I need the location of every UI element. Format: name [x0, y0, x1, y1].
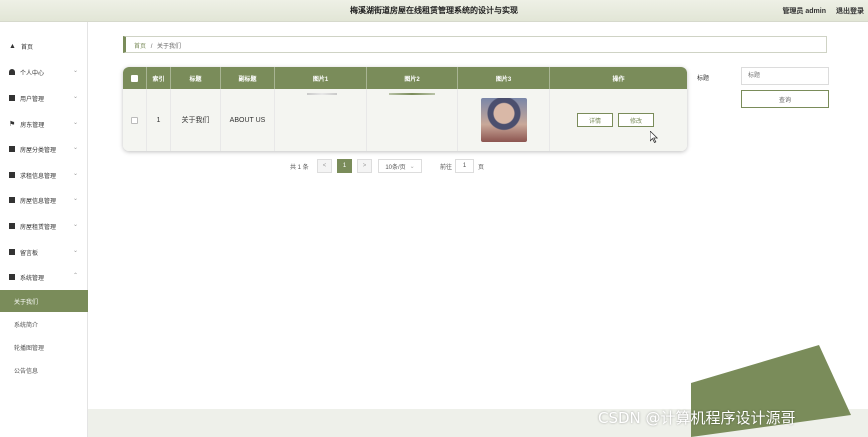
grid-icon	[9, 95, 15, 101]
grid-icon	[9, 197, 15, 203]
cell-index: 1	[147, 89, 171, 151]
image1-thumbnail	[307, 93, 337, 95]
sidebar-item-label: 系统管理	[20, 275, 45, 282]
data-table: 索引 标题 副标题 图片1 图片2 图片3 操作 1 关于我们 ABOUT US…	[123, 67, 687, 151]
sidebar-subitem-system-intro[interactable]: 系统简介	[0, 313, 88, 335]
breadcrumb-home[interactable]: 首页	[134, 44, 146, 50]
sidebar-item-house-info[interactable]: 房屋信息管理 ⌄	[0, 192, 88, 208]
cell-title: 关于我们	[171, 89, 221, 151]
select-all-checkbox[interactable]	[131, 74, 138, 82]
flag-icon: ⚑	[9, 121, 16, 128]
chevron-down-icon: ⌄	[72, 120, 78, 126]
sidebar-item-label: 求租信息管理	[20, 173, 57, 180]
sidebar-item-home[interactable]: ▲ 首页	[0, 38, 88, 54]
home-icon: ▲	[9, 42, 16, 50]
cell-subtitle: ABOUT US	[221, 89, 275, 151]
page-size-select[interactable]: 10条/页 ⌄	[378, 159, 422, 173]
next-page-button[interactable]: >	[357, 159, 372, 173]
title-filter-label: 标题	[697, 76, 710, 82]
column-header-actions: 操作	[612, 76, 625, 83]
table-row: 1 关于我们 ABOUT US 详情 修改	[123, 89, 687, 151]
sidebar-item-personal-center[interactable]: 个人中心 ⌄	[0, 64, 88, 80]
chevron-down-icon: ⌄	[72, 171, 78, 177]
sidebar-subitem-about-us[interactable]: 关于我们	[0, 290, 88, 312]
sidebar-subitem-carousel[interactable]: 轮播图管理	[0, 336, 88, 358]
select-all-cell	[123, 67, 147, 89]
chevron-up-icon: ⌃	[72, 273, 78, 279]
pagination-total: 共 1 条	[290, 164, 309, 171]
sidebar-item-label: 房东管理	[20, 122, 45, 129]
prev-page-button[interactable]: <	[317, 159, 332, 173]
sidebar-item-landlord-management[interactable]: ⚑ 房东管理 ⌄	[0, 116, 88, 132]
board-icon	[9, 249, 15, 255]
sidebar-item-label: 首页	[20, 44, 33, 51]
sidebar-item-message-board[interactable]: 留言板 ⌄	[0, 244, 88, 260]
box-icon	[9, 146, 15, 152]
sidebar-item-label: 留言板	[20, 250, 39, 257]
sidebar-item-system-management[interactable]: 系统管理 ⌃	[0, 269, 88, 285]
column-header-subtitle: 副标题	[221, 67, 275, 89]
chevron-down-icon: ⌄	[72, 68, 78, 74]
column-header-title: 标题	[171, 67, 221, 89]
chevron-down-icon: ⌄	[72, 222, 78, 228]
cell-image2	[367, 89, 458, 151]
user-icon	[9, 69, 15, 75]
cell-actions: 详情 修改	[550, 89, 687, 151]
top-bar: 梅溪湖街道房屋在线租赁管理系统的设计与实现 管理员 admin 退出登录	[0, 0, 868, 22]
image2-thumbnail	[389, 93, 435, 95]
breadcrumb-current: 关于我们	[157, 44, 182, 50]
check-icon	[9, 274, 15, 280]
detail-button[interactable]: 详情	[577, 113, 613, 127]
chevron-down-icon: ⌄	[72, 94, 78, 100]
goto-page-input[interactable]: 1	[455, 159, 474, 173]
current-user-label: 管理员 admin	[782, 8, 826, 15]
column-header-image2: 图片2	[367, 67, 458, 89]
search-button[interactable]: 查询	[741, 90, 829, 108]
chevron-down-icon: ⌄	[409, 163, 415, 170]
sidebar-item-rent-request[interactable]: 求租信息管理 ⌄	[0, 167, 88, 183]
chevron-down-icon: ⌄	[72, 145, 78, 151]
sidebar-subitem-announcements[interactable]: 公告信息	[0, 359, 88, 381]
watermark-text: CSDN @计算机程序设计源哥	[598, 409, 796, 427]
edit-button[interactable]: 修改	[618, 113, 654, 127]
sidebar-item-label: 用户管理	[20, 96, 45, 103]
row-select-cell	[123, 89, 147, 151]
app-title: 梅溪湖街道房屋在线租赁管理系统的设计与实现	[350, 5, 518, 15]
box-icon	[9, 223, 15, 229]
page-number-1[interactable]: 1	[337, 159, 352, 173]
sidebar-item-house-category[interactable]: 房屋分类管理 ⌄	[0, 141, 88, 157]
breadcrumb: 首页 / 关于我们	[123, 36, 827, 53]
column-header-image3: 图片3	[458, 67, 550, 89]
cell-image1	[275, 89, 367, 151]
mouse-cursor-icon	[650, 131, 658, 143]
grid-icon	[9, 172, 15, 178]
goto-suffix: 页	[478, 164, 485, 171]
sidebar-item-label: 房屋分类管理	[20, 147, 57, 154]
title-filter-input[interactable]	[741, 67, 829, 85]
image3-thumbnail[interactable]	[480, 98, 527, 142]
column-header-index: 索引	[147, 67, 171, 89]
sidebar-item-user-management[interactable]: 用户管理 ⌄	[0, 90, 88, 106]
sidebar-item-label: 房屋租赁管理	[20, 224, 57, 231]
sidebar-item-house-rental[interactable]: 房屋租赁管理 ⌄	[0, 218, 88, 234]
row-checkbox[interactable]	[131, 116, 138, 124]
sidebar-item-label: 个人中心	[20, 70, 45, 77]
logout-link[interactable]: 退出登录	[836, 6, 864, 16]
goto-prefix: 前往	[440, 164, 453, 171]
column-header-image1: 图片1	[275, 67, 367, 89]
chevron-down-icon: ⌄	[72, 196, 78, 202]
chevron-down-icon: ⌄	[72, 248, 78, 254]
sidebar-item-label: 房屋信息管理	[20, 198, 57, 205]
page-size-value: 10条/页	[385, 164, 406, 171]
breadcrumb-separator: /	[150, 44, 153, 50]
table-header: 索引 标题 副标题 图片1 图片2 图片3 操作	[123, 67, 687, 89]
cell-image3	[458, 89, 550, 151]
sidebar: ▲ 首页 个人中心 ⌄ 用户管理 ⌄ ⚑ 房东管理 ⌄ 房屋分类管理 ⌄ 求租信…	[0, 22, 88, 437]
